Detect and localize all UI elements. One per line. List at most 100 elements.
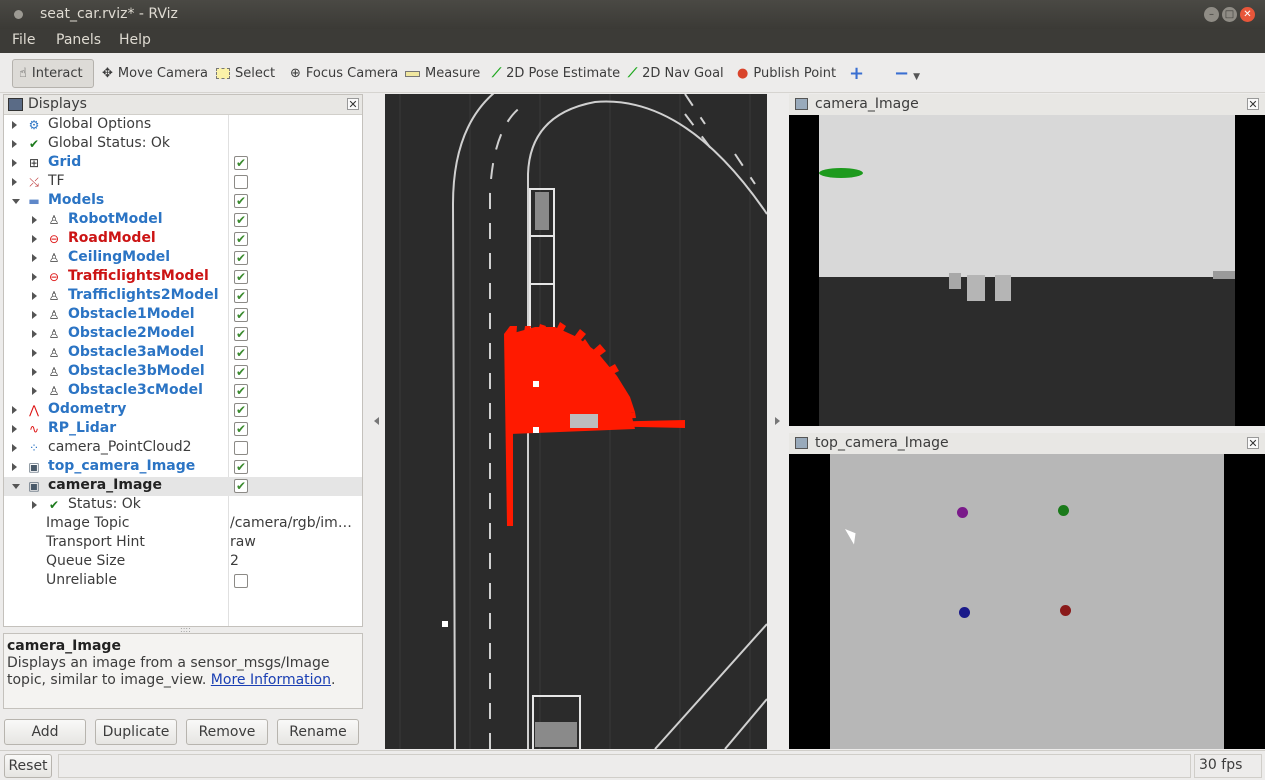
collapse-left-icon[interactable] (374, 417, 379, 425)
enable-checkbox[interactable] (234, 441, 248, 455)
camera-image-view[interactable] (789, 115, 1265, 426)
reset-button[interactable]: Reset (4, 754, 52, 778)
display-row[interactable]: ♙ RobotModel ✔ (4, 211, 362, 230)
enable-checkbox[interactable]: ✔ (234, 460, 248, 474)
rename-button[interactable]: Rename (277, 719, 359, 745)
property-row[interactable]: Image Topic/camera/rgb/im… (4, 515, 362, 534)
property-row[interactable]: Transport Hint raw (4, 534, 362, 553)
display-row[interactable]: ⁘ camera_PointCloud2 (4, 439, 362, 458)
enable-checkbox[interactable]: ✔ (234, 346, 248, 360)
remove-button[interactable]: Remove (186, 719, 268, 745)
enable-checkbox[interactable]: ✔ (234, 308, 248, 322)
display-row[interactable]: ∿ RP_Lidar ✔ (4, 420, 362, 439)
display-row[interactable]: ♙ Obstacle3aModel ✔ (4, 344, 362, 363)
property-name: Unreliable (46, 572, 117, 588)
enable-checkbox[interactable]: ✔ (234, 479, 248, 493)
more-information-link[interactable]: More Information (211, 672, 331, 688)
close-icon[interactable]: ✕ (1247, 437, 1259, 450)
display-row[interactable]: ♙ Obstacle1Model ✔ (4, 306, 362, 325)
display-row[interactable]: ✔ Status: Ok (4, 496, 362, 515)
menu-help[interactable]: Help (119, 32, 151, 48)
expand-right-icon[interactable] (32, 387, 37, 395)
select-tool-button[interactable]: Select (212, 59, 279, 88)
remove-tool-button[interactable]: − ▼ (890, 59, 924, 88)
display-row[interactable]: ⚙ Global Options (4, 116, 362, 135)
expand-right-icon[interactable] (12, 121, 17, 129)
enable-checkbox[interactable]: ✔ (234, 194, 248, 208)
property-value[interactable]: /camera/rgb/im… (230, 515, 352, 531)
expand-right-icon[interactable] (32, 254, 37, 262)
property-row[interactable]: Unreliable (4, 572, 362, 591)
duplicate-button[interactable]: Duplicate (95, 719, 177, 745)
publish-point-tool-button[interactable]: ● Publish Point (733, 59, 840, 88)
top-camera-image-view[interactable] (789, 454, 1265, 749)
enable-checkbox[interactable]: ✔ (234, 213, 248, 227)
display-row[interactable]: ♙ Trafficlights2Model ✔ (4, 287, 362, 306)
expand-right-icon[interactable] (32, 216, 37, 224)
enable-checkbox[interactable]: ✔ (234, 270, 248, 284)
display-row[interactable]: ✔ Global Status: Ok (4, 135, 362, 154)
expand-right-icon[interactable] (12, 140, 17, 148)
display-row[interactable]: ♙ Obstacle2Model ✔ (4, 325, 362, 344)
enable-checkbox[interactable]: ✔ (234, 422, 248, 436)
display-row[interactable]: ▬ Models ✔ (4, 192, 362, 211)
expand-right-icon[interactable] (32, 368, 37, 376)
enable-checkbox[interactable]: ✔ (234, 327, 248, 341)
expand-down-icon[interactable] (12, 484, 20, 489)
property-value[interactable]: 2 (230, 553, 239, 569)
expand-right-icon[interactable] (32, 330, 37, 338)
focus-camera-tool-button[interactable]: ⊕ Focus Camera (286, 59, 402, 88)
close-icon[interactable]: ✕ (1247, 98, 1259, 111)
display-row[interactable]: ⊞ Grid ✔ (4, 154, 362, 173)
minimize-icon[interactable]: – (1204, 7, 1219, 22)
expand-right-icon[interactable] (32, 311, 37, 319)
close-icon[interactable]: ✕ (1240, 7, 1255, 22)
close-icon[interactable]: ✕ (347, 98, 359, 111)
enable-checkbox[interactable]: ✔ (234, 365, 248, 379)
enable-checkbox[interactable]: ✔ (234, 251, 248, 265)
property-value[interactable]: raw (230, 534, 256, 550)
expand-right-icon[interactable] (12, 444, 17, 452)
expand-right-icon[interactable] (32, 273, 37, 281)
display-row[interactable]: ⊖ TrafficlightsModel ✔ (4, 268, 362, 287)
enable-checkbox[interactable]: ✔ (234, 156, 248, 170)
property-row[interactable]: Queue Size 2 (4, 553, 362, 572)
display-row[interactable]: ♙ Obstacle3bModel ✔ (4, 363, 362, 382)
display-row[interactable]: ▣ top_camera_Image ✔ (4, 458, 362, 477)
expand-right-icon[interactable] (32, 349, 37, 357)
menu-panels[interactable]: Panels (56, 32, 101, 48)
expand-right-icon[interactable] (12, 463, 17, 471)
display-row[interactable]: ▣ camera_Image ✔ (4, 477, 362, 496)
expand-right-icon[interactable] (32, 292, 37, 300)
unreliable-checkbox[interactable] (234, 574, 248, 588)
display-row[interactable]: ♙ Obstacle3cModel ✔ (4, 382, 362, 401)
measure-tool-button[interactable]: Measure (401, 59, 484, 88)
enable-checkbox[interactable]: ✔ (234, 403, 248, 417)
enable-checkbox[interactable]: ✔ (234, 232, 248, 246)
maximize-icon[interactable]: □ (1222, 7, 1237, 22)
expand-right-icon[interactable] (32, 235, 37, 243)
collapse-right-icon[interactable] (775, 417, 780, 425)
expand-right-icon[interactable] (12, 159, 17, 167)
expand-right-icon[interactable] (12, 406, 17, 414)
move-camera-tool-button[interactable]: ✥ Move Camera (98, 59, 212, 88)
add-tool-button[interactable]: + (845, 59, 868, 88)
display-row[interactable]: ⊖ RoadModel ✔ (4, 230, 362, 249)
3d-viewport[interactable] (385, 94, 767, 749)
pose-estimate-tool-button[interactable]: ⟋ 2D Pose Estimate (488, 59, 624, 88)
expand-right-icon[interactable] (12, 425, 17, 433)
interact-tool-button[interactable]: ☝ Interact (12, 59, 94, 88)
display-row[interactable]: ♙ CeilingModel ✔ (4, 249, 362, 268)
expand-right-icon[interactable] (12, 178, 17, 186)
display-row[interactable]: ⤯ TF (4, 173, 362, 192)
display-row[interactable]: ⋀ Odometry ✔ (4, 401, 362, 420)
enable-checkbox[interactable] (234, 175, 248, 189)
app-menu-icon[interactable] (14, 10, 23, 19)
enable-checkbox[interactable]: ✔ (234, 289, 248, 303)
menu-file[interactable]: File (12, 32, 35, 48)
enable-checkbox[interactable]: ✔ (234, 384, 248, 398)
nav-goal-tool-button[interactable]: ⟋ 2D Nav Goal (624, 59, 728, 88)
expand-down-icon[interactable] (12, 199, 20, 204)
expand-right-icon[interactable] (32, 501, 37, 509)
add-button[interactable]: Add (4, 719, 86, 745)
